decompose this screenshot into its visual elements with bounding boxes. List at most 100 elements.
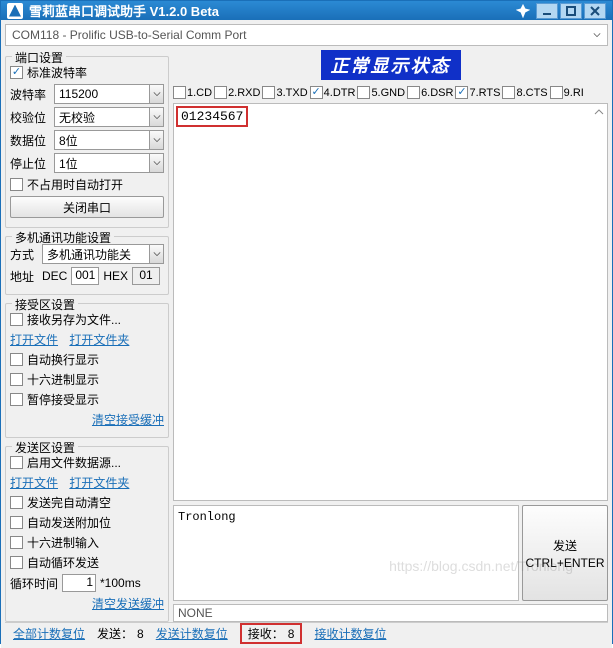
- dec-label: DEC: [42, 269, 67, 283]
- file-src-checkbox[interactable]: [10, 456, 23, 469]
- receive-content: 01234567: [176, 106, 248, 127]
- dec-input[interactable]: 001: [71, 267, 99, 285]
- group-title: 接受区设置: [12, 296, 78, 313]
- signal-label: 5.GND: [371, 87, 405, 99]
- chevron-down-icon: [593, 28, 601, 42]
- reset-all-link[interactable]: 全部计数复位: [13, 625, 85, 642]
- titlebar: 雪莉蓝串口调试助手 V1.2.0 Beta: [1, 1, 612, 20]
- signal-label: 9.RI: [564, 87, 584, 99]
- hex-input-label: 十六进制输入: [27, 534, 99, 551]
- signal-6.DSR[interactable]: 6.DSR: [407, 86, 453, 99]
- signal-checkbox[interactable]: [502, 86, 515, 99]
- recv-settings-group: 接受区设置 接收另存为文件... 打开文件 打开文件夹 自动换行显示 十六进制显…: [5, 303, 169, 438]
- parity-combo[interactable]: 无校验: [54, 107, 164, 127]
- app-logo-icon: [7, 3, 23, 19]
- databits-label: 数据位: [10, 132, 50, 149]
- mode-label: 方式: [10, 246, 38, 263]
- maximize-button[interactable]: [560, 3, 582, 19]
- receive-textarea[interactable]: 01234567: [173, 103, 608, 501]
- chevron-down-icon: [149, 245, 163, 263]
- recv-reset-link[interactable]: 接收计数复位: [314, 625, 386, 642]
- sent-label: 发送：: [97, 625, 133, 642]
- signal-label: 7.RTS: [469, 87, 500, 99]
- hex-display-checkbox[interactable]: [10, 373, 23, 386]
- port-settings-group: 端口设置 标准波特率 波特率115200 校验位无校验 数据位8位 停止位1位 …: [5, 56, 169, 228]
- chevron-down-icon: [149, 108, 163, 126]
- auto-clear-label: 发送完自动清空: [27, 494, 111, 511]
- pause-checkbox[interactable]: [10, 393, 23, 406]
- signal-label: 1.CD: [187, 87, 212, 99]
- signal-3.TXD[interactable]: 3.TXD: [262, 86, 307, 99]
- signal-label: 2.RXD: [228, 87, 260, 99]
- signal-indicators: 1.CD 2.RXD 3.TXD4.DTR 5.GND 6.DSR 7.RTS 8.CTS 9…: [173, 84, 608, 103]
- signal-2.RXD[interactable]: 2.RXD: [214, 86, 260, 99]
- signal-checkbox[interactable]: [357, 86, 370, 99]
- signal-checkbox[interactable]: [455, 86, 468, 99]
- loop-time-input[interactable]: 1: [62, 574, 96, 592]
- open-folder-link[interactable]: 打开文件夹: [69, 331, 129, 348]
- auto-open-checkbox[interactable]: [10, 178, 23, 191]
- sent-value: 8: [137, 627, 144, 641]
- signal-checkbox[interactable]: [173, 86, 186, 99]
- signal-7.RTS[interactable]: 7.RTS: [455, 86, 500, 99]
- pin-icon[interactable]: [516, 4, 530, 18]
- close-button[interactable]: [584, 3, 606, 19]
- send-settings-group: 发送区设置 启用文件数据源... 打开文件 打开文件夹 发送完自动清空 自动发送…: [5, 446, 169, 622]
- stopbits-combo[interactable]: 1位: [54, 153, 164, 173]
- signal-checkbox[interactable]: [407, 86, 420, 99]
- send-textarea[interactable]: Tronlong: [173, 505, 519, 601]
- signal-label: 6.DSR: [421, 87, 453, 99]
- open-file-link[interactable]: 打开文件: [10, 331, 58, 348]
- send-button[interactable]: 发送 CTRL+ENTER: [522, 505, 608, 601]
- clear-send-link[interactable]: 清空发送缓冲: [92, 595, 164, 612]
- save-as-checkbox[interactable]: [10, 313, 23, 326]
- std-baud-label: 标准波特率: [27, 64, 87, 81]
- recv-value: 8: [288, 627, 295, 641]
- group-title: 端口设置: [12, 50, 66, 66]
- signal-5.GND[interactable]: 5.GND: [357, 86, 405, 99]
- send-button-shortcut: CTRL+ENTER: [525, 556, 604, 570]
- baud-combo[interactable]: 115200: [54, 84, 164, 104]
- signal-checkbox[interactable]: [214, 86, 227, 99]
- loop-send-checkbox[interactable]: [10, 556, 23, 569]
- signal-label: 3.TXD: [276, 87, 307, 99]
- chevron-down-icon: [149, 85, 163, 103]
- loop-unit: *100ms: [100, 576, 141, 590]
- open-file-link[interactable]: 打开文件: [10, 474, 58, 491]
- wrap-label: 自动换行显示: [27, 351, 99, 368]
- clear-recv-link[interactable]: 清空接受缓冲: [92, 411, 164, 428]
- mode-combo[interactable]: 多机通讯功能关: [42, 244, 164, 264]
- databits-combo[interactable]: 8位: [54, 130, 164, 150]
- scroll-up-icon[interactable]: [591, 104, 607, 120]
- signal-8.CTS[interactable]: 8.CTS: [502, 86, 547, 99]
- close-port-button[interactable]: 关闭串口: [10, 196, 164, 218]
- com-port-value: COM118 - Prolific USB-to-Serial Comm Por…: [12, 28, 247, 42]
- sent-reset-link[interactable]: 发送计数复位: [156, 625, 228, 642]
- signal-checkbox[interactable]: [310, 86, 323, 99]
- save-as-label: 接收另存为文件...: [27, 311, 121, 328]
- none-bar: NONE: [173, 604, 608, 622]
- hex-input-checkbox[interactable]: [10, 536, 23, 549]
- loop-send-label: 自动循环发送: [27, 554, 99, 571]
- stopbits-label: 停止位: [10, 155, 50, 172]
- multi-comm-group: 多机通讯功能设置 方式多机通讯功能关 地址 DEC 001 HEX 01: [5, 236, 169, 295]
- baud-label: 波特率: [10, 86, 50, 103]
- com-port-select[interactable]: COM118 - Prolific USB-to-Serial Comm Por…: [5, 24, 608, 46]
- signal-checkbox[interactable]: [550, 86, 563, 99]
- file-src-label: 启用文件数据源...: [27, 454, 121, 471]
- std-baud-checkbox[interactable]: [10, 66, 23, 79]
- signal-1.CD[interactable]: 1.CD: [173, 86, 212, 99]
- group-title: 发送区设置: [12, 439, 78, 456]
- minimize-button[interactable]: [536, 3, 558, 19]
- open-folder-link[interactable]: 打开文件夹: [69, 474, 129, 491]
- signal-9.RI[interactable]: 9.RI: [550, 86, 584, 99]
- addr-label: 地址: [10, 268, 38, 285]
- pause-label: 暂停接受显示: [27, 391, 99, 408]
- signal-label: 8.CTS: [516, 87, 547, 99]
- wrap-checkbox[interactable]: [10, 353, 23, 366]
- auto-clear-checkbox[interactable]: [10, 496, 23, 509]
- append-checkbox[interactable]: [10, 516, 23, 529]
- signal-checkbox[interactable]: [262, 86, 275, 99]
- app-title: 雪莉蓝串口调试助手 V1.2.0 Beta: [29, 1, 219, 20]
- signal-4.DTR[interactable]: 4.DTR: [310, 86, 356, 99]
